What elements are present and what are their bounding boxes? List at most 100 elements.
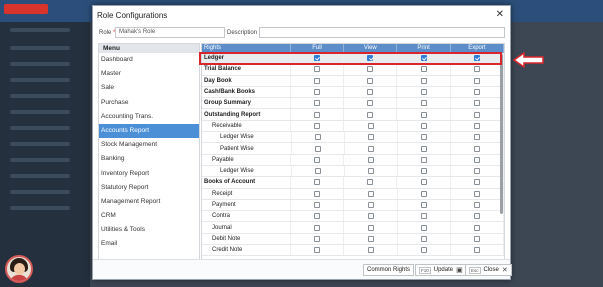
rights-scrollbar[interactable] bbox=[500, 54, 503, 214]
menu-item[interactable]: Email bbox=[99, 237, 199, 251]
full-checkbox[interactable] bbox=[314, 134, 321, 141]
rights-cell-print bbox=[397, 64, 451, 75]
print-checkbox[interactable] bbox=[420, 134, 427, 141]
rights-row-label: Patient Wise bbox=[202, 143, 292, 154]
print-checkbox[interactable] bbox=[420, 235, 427, 242]
view-checkbox[interactable] bbox=[367, 179, 374, 186]
print-checkbox[interactable] bbox=[420, 168, 427, 175]
view-checkbox[interactable] bbox=[367, 224, 374, 231]
full-checkbox[interactable] bbox=[314, 111, 321, 118]
menu-item[interactable]: Sale bbox=[99, 81, 199, 95]
export-checkbox[interactable] bbox=[473, 179, 480, 186]
user-avatar[interactable] bbox=[5, 255, 33, 283]
app-logo bbox=[4, 4, 48, 14]
menu-item[interactable]: Accounts Report bbox=[99, 123, 199, 139]
export-checkbox[interactable] bbox=[473, 122, 480, 129]
export-checkbox[interactable] bbox=[473, 156, 480, 163]
rights-row: Trial Balance bbox=[202, 64, 504, 76]
print-checkbox[interactable] bbox=[420, 77, 427, 84]
view-checkbox[interactable] bbox=[367, 66, 374, 73]
export-checkbox[interactable] bbox=[473, 134, 480, 141]
print-checkbox[interactable] bbox=[420, 89, 427, 96]
full-checkbox[interactable] bbox=[314, 247, 321, 254]
print-checkbox[interactable] bbox=[420, 202, 427, 208]
export-checkbox[interactable] bbox=[473, 190, 480, 197]
menu-item[interactable]: Master bbox=[99, 67, 199, 81]
export-checkbox[interactable] bbox=[473, 247, 480, 254]
rights-row: Books of Account bbox=[202, 177, 504, 189]
view-checkbox[interactable] bbox=[367, 111, 374, 118]
full-checkbox[interactable] bbox=[314, 145, 321, 152]
rights-cell-export bbox=[451, 188, 504, 199]
view-checkbox[interactable] bbox=[367, 89, 374, 96]
full-checkbox[interactable] bbox=[314, 202, 321, 208]
view-checkbox[interactable] bbox=[367, 156, 374, 163]
view-checkbox[interactable] bbox=[367, 247, 374, 254]
full-checkbox[interactable] bbox=[314, 168, 321, 175]
full-checkbox[interactable] bbox=[314, 66, 321, 73]
print-checkbox[interactable] bbox=[420, 179, 427, 186]
export-checkbox[interactable] bbox=[473, 168, 480, 175]
print-checkbox[interactable] bbox=[420, 247, 427, 254]
full-checkbox[interactable] bbox=[314, 224, 321, 231]
export-checkbox[interactable] bbox=[473, 235, 480, 242]
full-checkbox[interactable] bbox=[314, 89, 321, 96]
menu-item[interactable]: Dashboard bbox=[99, 53, 199, 67]
close-icon[interactable]: ✕ bbox=[496, 9, 504, 20]
export-checkbox[interactable] bbox=[473, 213, 480, 220]
export-checkbox[interactable] bbox=[473, 145, 480, 152]
menu-item[interactable]: CRM bbox=[99, 209, 199, 223]
print-checkbox[interactable] bbox=[420, 224, 427, 231]
close-button[interactable]: Esc Close ✕ bbox=[465, 264, 512, 276]
full-checkbox[interactable] bbox=[314, 156, 321, 163]
print-checkbox[interactable] bbox=[420, 156, 427, 163]
print-checkbox[interactable] bbox=[420, 213, 427, 220]
view-checkbox[interactable] bbox=[367, 190, 374, 197]
rights-row: Cash/Bank Books bbox=[202, 86, 504, 99]
full-checkbox[interactable] bbox=[314, 179, 321, 186]
view-checkbox[interactable] bbox=[367, 168, 374, 175]
full-checkbox[interactable] bbox=[314, 77, 321, 84]
print-checkbox[interactable] bbox=[420, 145, 427, 152]
full-checkbox[interactable] bbox=[314, 213, 321, 220]
full-checkbox[interactable] bbox=[314, 190, 321, 197]
role-name-input[interactable]: Mahak's Role bbox=[115, 27, 225, 38]
export-checkbox[interactable] bbox=[473, 66, 480, 73]
view-checkbox[interactable] bbox=[367, 213, 374, 220]
description-input[interactable] bbox=[259, 27, 505, 38]
menu-item[interactable]: Banking bbox=[99, 152, 199, 166]
print-checkbox[interactable] bbox=[420, 111, 427, 118]
menu-item[interactable]: Inventory Report bbox=[99, 167, 199, 181]
view-checkbox[interactable] bbox=[367, 202, 374, 208]
print-checkbox[interactable] bbox=[420, 122, 427, 129]
print-checkbox[interactable] bbox=[420, 100, 427, 107]
export-checkbox[interactable] bbox=[473, 89, 480, 96]
full-checkbox[interactable] bbox=[314, 235, 321, 242]
export-checkbox[interactable] bbox=[473, 111, 480, 118]
print-checkbox[interactable] bbox=[420, 190, 427, 197]
menu-item[interactable]: Statutory Report bbox=[99, 181, 199, 195]
view-checkbox[interactable] bbox=[367, 134, 374, 141]
view-checkbox[interactable] bbox=[367, 77, 374, 84]
export-checkbox[interactable] bbox=[473, 100, 480, 107]
menu-item[interactable]: Purchase bbox=[99, 96, 199, 110]
view-checkbox[interactable] bbox=[367, 235, 374, 242]
view-checkbox[interactable] bbox=[367, 100, 374, 107]
common-rights-button[interactable]: Common Rights bbox=[363, 264, 415, 276]
rights-row: Ledger Wise bbox=[202, 132, 504, 144]
full-checkbox[interactable] bbox=[314, 100, 321, 107]
menu-item[interactable]: Utilities & Tools bbox=[99, 223, 199, 237]
rights-cell-print bbox=[398, 188, 451, 199]
export-checkbox[interactable] bbox=[473, 77, 480, 84]
menu-item[interactable]: Management Report bbox=[99, 195, 199, 209]
export-checkbox[interactable] bbox=[473, 224, 480, 231]
update-button[interactable]: F10 Update ▣ bbox=[415, 264, 467, 276]
export-checkbox[interactable] bbox=[473, 202, 480, 208]
view-checkbox[interactable] bbox=[367, 145, 374, 152]
rights-cell-full bbox=[292, 165, 345, 177]
view-checkbox[interactable] bbox=[367, 122, 374, 129]
menu-item[interactable]: Accounting Trans. bbox=[99, 110, 199, 124]
full-checkbox[interactable] bbox=[314, 122, 321, 129]
menu-item[interactable]: Stock Management bbox=[99, 138, 199, 152]
print-checkbox[interactable] bbox=[420, 66, 427, 73]
